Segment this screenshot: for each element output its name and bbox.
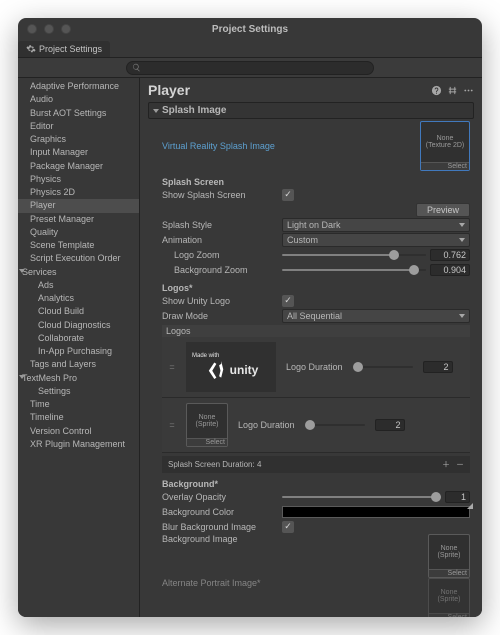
sidebar-item-in-app-purchasing[interactable]: In-App Purchasing	[18, 345, 139, 358]
sidebar-item-player[interactable]: Player	[18, 199, 139, 212]
custom-logo-slot[interactable]: None(Sprite) Select	[186, 403, 228, 447]
sidebar-item-cloud-diagnostics[interactable]: Cloud Diagnostics	[18, 319, 139, 332]
sidebar-item-physics[interactable]: Physics	[18, 173, 139, 186]
blur-bg-checkbox[interactable]	[282, 521, 294, 533]
sidebar-item-graphics[interactable]: Graphics	[18, 133, 139, 146]
logo-duration-field[interactable]: 2	[423, 361, 453, 373]
main-panel: Player Splash Image Virtual Reality Spla…	[140, 78, 482, 617]
add-logo-button[interactable]: ＋	[442, 459, 450, 470]
sidebar-item-textmesh-pro[interactable]: TextMesh Pro	[18, 372, 139, 385]
unity-icon	[204, 359, 226, 381]
show-splash-checkbox[interactable]	[282, 189, 294, 201]
overlay-opacity-field[interactable]: 1	[445, 491, 470, 503]
splash-style-dropdown[interactable]: Light on Dark	[282, 218, 470, 232]
bg-zoom-field[interactable]: 0.904	[430, 264, 470, 276]
drag-handle[interactable]: =	[168, 362, 176, 372]
search-icon	[132, 63, 141, 72]
sidebar-item-xr-plugin-management[interactable]: XR Plugin Management	[18, 438, 139, 451]
draw-mode-dropdown[interactable]: All Sequential	[282, 309, 470, 323]
more-icon[interactable]	[463, 85, 474, 96]
bg-zoom-slider[interactable]	[282, 269, 426, 271]
logo-row-unity: = Made with unity Logo Duration 2	[162, 337, 470, 398]
sidebar-item-collaborate[interactable]: Collaborate	[18, 332, 139, 345]
sidebar-item-editor[interactable]: Editor	[18, 120, 139, 133]
logo-row-custom: = None(Sprite) Select Logo Duration 2	[162, 398, 470, 453]
sidebar-item-tags-and-layers[interactable]: Tags and Layers	[18, 358, 139, 371]
splash-screen-head: Splash Screen	[162, 177, 470, 187]
sidebar-item-time[interactable]: Time	[18, 398, 139, 411]
sidebar-item-quality[interactable]: Quality	[18, 226, 139, 239]
remove-logo-button[interactable]: －	[456, 459, 464, 470]
sidebar-item-adaptive-performance[interactable]: Adaptive Performance	[18, 80, 139, 93]
logos-list-header: Logos	[162, 325, 470, 337]
bg-image-slot[interactable]: None(Sprite) Select	[428, 534, 470, 578]
overlay-opacity-slider[interactable]	[282, 496, 441, 498]
splash-duration-label: Splash Screen Duration: 4	[168, 460, 261, 469]
splash-image-section[interactable]: Splash Image	[148, 102, 474, 119]
preset-icon[interactable]	[447, 85, 458, 96]
tab-label: Project Settings	[39, 44, 102, 54]
bg-color-field[interactable]	[282, 506, 470, 518]
sidebar-item-settings[interactable]: Settings	[18, 385, 139, 398]
show-splash-label: Show Splash Screen	[162, 190, 282, 200]
settings-sidebar: Adaptive PerformanceAudioBurst AOT Setti…	[18, 78, 140, 617]
alt-portrait-slot[interactable]: None(Sprite) Select	[428, 578, 470, 617]
logo-duration-field-2[interactable]: 2	[375, 419, 405, 431]
logo-duration-slider[interactable]	[353, 366, 413, 368]
help-icon[interactable]	[431, 85, 442, 96]
sidebar-item-burst-aot-settings[interactable]: Burst AOT Settings	[18, 107, 139, 120]
vr-splash-texture-slot[interactable]: None(Texture 2D) Select	[420, 121, 470, 171]
titlebar: Project Settings	[18, 18, 482, 40]
page-title: Player	[148, 82, 190, 98]
logo-zoom-slider[interactable]	[282, 254, 426, 256]
sidebar-item-input-manager[interactable]: Input Manager	[18, 146, 139, 159]
show-unity-logo-checkbox[interactable]	[282, 295, 294, 307]
sidebar-item-scene-template[interactable]: Scene Template	[18, 239, 139, 252]
logo-zoom-field[interactable]: 0.762	[430, 249, 470, 261]
sidebar-item-preset-manager[interactable]: Preset Manager	[18, 213, 139, 226]
sidebar-item-ads[interactable]: Ads	[18, 279, 139, 292]
unity-logo-preview[interactable]: Made with unity	[186, 342, 276, 392]
window-title: Project Settings	[18, 24, 482, 35]
sidebar-item-physics-2d[interactable]: Physics 2D	[18, 186, 139, 199]
sidebar-item-analytics[interactable]: Analytics	[18, 292, 139, 305]
preview-button[interactable]: Preview	[416, 203, 470, 217]
sidebar-item-package-manager[interactable]: Package Manager	[18, 160, 139, 173]
sidebar-item-services[interactable]: Services	[18, 266, 139, 279]
sidebar-item-version-control[interactable]: Version Control	[18, 425, 139, 438]
sidebar-item-cloud-build[interactable]: Cloud Build	[18, 305, 139, 318]
sidebar-item-audio[interactable]: Audio	[18, 93, 139, 106]
sidebar-item-timeline[interactable]: Timeline	[18, 411, 139, 424]
select-button[interactable]: Select	[421, 162, 469, 170]
sidebar-item-script-execution-order[interactable]: Script Execution Order	[18, 252, 139, 265]
background-head: Background*	[162, 479, 470, 489]
animation-dropdown[interactable]: Custom	[282, 233, 470, 247]
search-input[interactable]	[126, 61, 375, 75]
gear-icon	[26, 44, 36, 54]
vr-splash-link[interactable]: Virtual Reality Splash Image	[162, 141, 275, 151]
logo-duration-slider-2[interactable]	[305, 424, 365, 426]
drag-handle[interactable]: =	[168, 420, 176, 430]
tab-project-settings[interactable]: Project Settings	[18, 41, 110, 57]
logos-head: Logos*	[162, 283, 470, 293]
